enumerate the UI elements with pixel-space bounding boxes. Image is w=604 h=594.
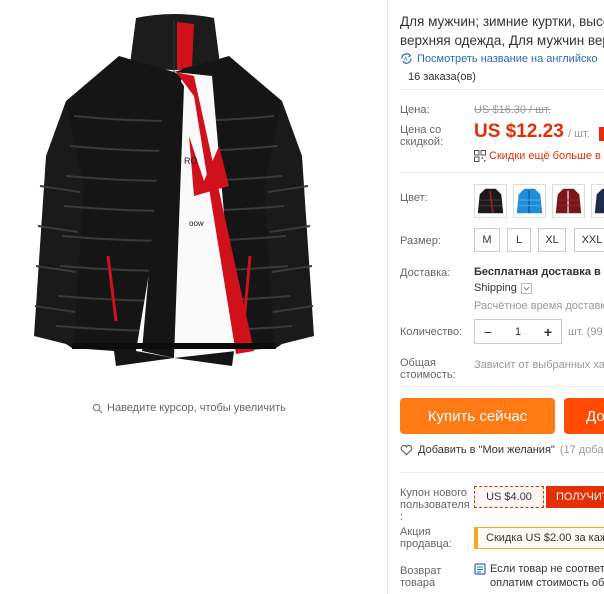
total-value: Зависит от выбранных хар	[474, 359, 604, 371]
discount-badge	[599, 127, 604, 141]
svg-text:RO: RO	[184, 156, 198, 166]
coupon-value: US $4.00	[474, 486, 544, 508]
product-title: Для мужчин; зимние куртки, высо верхняя …	[400, 12, 604, 50]
quantity-input[interactable]: 1	[501, 326, 535, 338]
discount-price-label-line: Цена со	[400, 124, 442, 136]
discount-price-label: Цена со скидкой:	[400, 124, 443, 148]
svg-text:A: A	[404, 56, 408, 62]
returns-text-line: Если товар не соответс	[490, 563, 604, 575]
translate-link-text[interactable]: Посмотреть название на английско	[417, 53, 598, 65]
jacket-thumbnail	[594, 188, 604, 214]
divider	[400, 89, 604, 90]
returns-label-line: Возврат	[400, 565, 442, 577]
jacket-thumbnail	[477, 188, 504, 214]
shipping-estimate: Расчётное время доставки	[474, 300, 604, 312]
buy-now-button[interactable]: Купить сейчас	[400, 398, 555, 434]
size-option-xl[interactable]: XL	[538, 228, 566, 252]
get-coupon-button[interactable]: ПОЛУЧИТ	[546, 486, 604, 508]
returns-text-line: оплатим стоимость обр	[490, 577, 604, 589]
coupon-label-line: пользователя	[400, 499, 470, 511]
returns-text: Если товар не соответс оплатим стоимость…	[490, 562, 604, 590]
color-swatch-black[interactable]	[474, 184, 507, 218]
current-price: US $12.23	[474, 121, 564, 142]
total-label-line: стоимость:	[400, 369, 456, 381]
product-image[interactable]: RO oow	[24, 6, 324, 381]
price-label: Цена:	[400, 104, 430, 116]
discount-price-label-line: скидкой:	[400, 136, 444, 148]
size-label: Размер:	[400, 235, 441, 247]
zoom-hint: Наведите курсор, чтобы увеличить	[92, 402, 286, 414]
price-unit: / шт.	[568, 128, 590, 140]
document-icon	[474, 563, 486, 575]
product-title-line: Для мужчин; зимние куртки, высо	[400, 14, 604, 29]
shipping-method-text[interactable]: Shipping	[474, 282, 517, 294]
shipping-title: Бесплатная доставка в R	[474, 266, 604, 278]
more-discounts-link[interactable]: Скидки ещё больше в п	[474, 150, 604, 162]
total-label-line: Общая	[400, 357, 436, 369]
shipping-method-dropdown[interactable]: Shipping	[474, 282, 532, 294]
promo-label-line: Акция	[400, 526, 431, 538]
pane-divider	[387, 0, 388, 594]
size-option-m[interactable]: M	[474, 228, 500, 252]
wishlist-count: (17 доба	[559, 444, 604, 456]
seller-promo-label: Акция продавца:	[400, 526, 452, 550]
quantity-label: Количество:	[400, 326, 463, 338]
qr-code-icon	[474, 150, 486, 162]
coupon-label-line: :	[400, 511, 404, 523]
new-user-coupon-label: Купон нового пользователя :	[400, 487, 470, 523]
color-swatch-blue[interactable]	[513, 184, 546, 218]
old-price: US $16.30 / шт.	[474, 104, 551, 116]
product-title-line: верхняя одежда, Для мужчин вер	[400, 33, 604, 48]
quantity-stepper: − 1 +	[474, 319, 562, 344]
product-gallery: RO oow Наведите курсор, чтобы увеличить	[0, 0, 387, 594]
color-swatch-navy[interactable]	[591, 184, 604, 218]
translate-title-link[interactable]: A Посмотреть название на английско	[400, 52, 598, 65]
svg-text:oow: oow	[189, 219, 204, 228]
total-label: Общая стоимость:	[400, 357, 456, 381]
promo-label-line: продавца:	[400, 538, 452, 550]
seller-promo[interactable]: Скидка US $2.00 за кажд	[474, 527, 604, 549]
color-label: Цвет:	[400, 192, 428, 204]
color-swatch-dark-red[interactable]	[552, 184, 585, 218]
wishlist-label[interactable]: Добавить в "Мои желания"	[418, 444, 555, 456]
magnifier-icon	[92, 403, 103, 414]
size-option-l[interactable]: L	[507, 228, 531, 252]
heart-icon	[400, 444, 413, 456]
orders-count: 16 заказа(ов)	[408, 71, 476, 83]
shipping-label: Доставка:	[400, 267, 451, 279]
more-discounts-text[interactable]: Скидки ещё больше в п	[489, 150, 604, 162]
divider	[400, 172, 604, 173]
add-to-wishlist-link[interactable]: Добавить в "Мои желания" (17 доба	[400, 444, 603, 456]
add-to-cart-button[interactable]: До	[564, 398, 604, 434]
jacket-thumbnail	[555, 188, 582, 214]
coupon-label-line: Купон нового	[400, 487, 468, 499]
returns-label-line: товара	[400, 577, 436, 589]
quantity-decrease-button[interactable]: −	[475, 320, 501, 343]
returns-label: Возврат товара	[400, 565, 441, 589]
jacket-thumbnail	[516, 188, 543, 214]
chevron-down-icon[interactable]	[520, 282, 532, 294]
divider	[400, 386, 604, 387]
divider	[400, 472, 604, 473]
quantity-available: шт. (99	[568, 326, 603, 338]
zoom-hint-text: Наведите курсор, чтобы увеличить	[107, 402, 286, 414]
size-option-xxl[interactable]: XXL	[574, 228, 604, 252]
quantity-increase-button[interactable]: +	[535, 320, 561, 343]
translate-icon: A	[401, 53, 412, 64]
product-info: Для мужчин; зимние куртки, высо верхняя …	[400, 0, 604, 594]
